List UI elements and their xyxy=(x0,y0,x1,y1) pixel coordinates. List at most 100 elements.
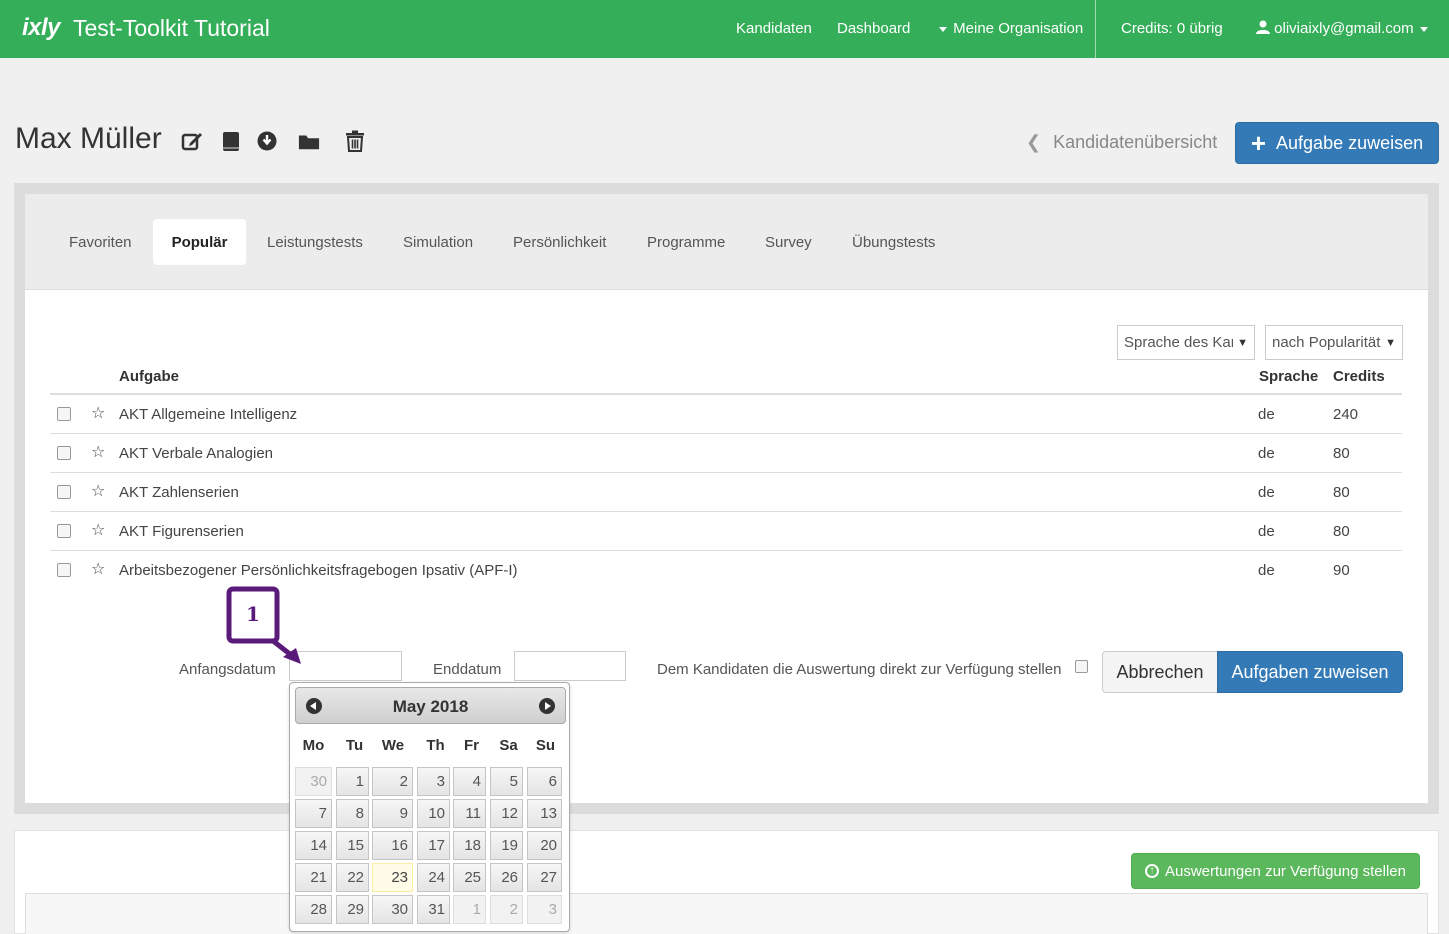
calendar-day[interactable]: 30 xyxy=(295,767,332,796)
tab-simulation[interactable]: Simulation xyxy=(387,219,489,265)
folder-icon[interactable] xyxy=(298,130,320,152)
tab-populaer[interactable]: Populär xyxy=(153,219,246,265)
datepicker-month-title: May 2018 xyxy=(392,697,469,716)
tab-programme[interactable]: Programme xyxy=(631,219,741,265)
task-language: de xyxy=(1258,484,1275,501)
weekday-header: Th xyxy=(426,737,445,754)
tab-uebungstests[interactable]: Übungstests xyxy=(836,219,951,265)
tab-survey[interactable]: Survey xyxy=(749,219,828,265)
calendar-day[interactable]: 11 xyxy=(453,799,486,828)
calendar-day[interactable]: 15 xyxy=(336,831,369,860)
calendar-day[interactable]: 24 xyxy=(417,863,450,892)
reports-table-area xyxy=(25,893,1428,934)
favorite-star-icon[interactable]: ☆ xyxy=(91,481,105,501)
report-availability-checkbox[interactable] xyxy=(1075,660,1088,673)
column-header-credits: Credits xyxy=(1333,368,1385,385)
calendar-day[interactable]: 9 xyxy=(372,799,413,828)
calendar-day[interactable]: 23 xyxy=(372,863,413,892)
task-name: AKT Figurenserien xyxy=(119,523,244,540)
favorite-star-icon[interactable]: ☆ xyxy=(91,403,105,423)
calendar-day[interactable]: 22 xyxy=(336,863,369,892)
sort-select[interactable]: nach Popularität ▼ xyxy=(1265,325,1403,360)
credits-display: Credits: 0 übrig xyxy=(1121,20,1223,37)
back-to-candidates-link[interactable]: ❮ Kandidatenübersicht xyxy=(1026,132,1217,153)
language-select[interactable]: Sprache des Kandidaten ▼ xyxy=(1117,325,1255,360)
weekday-header: Sa xyxy=(499,737,518,754)
tab-persoenlichkeit[interactable]: Persönlichkeit xyxy=(497,219,622,265)
column-header-task: Aufgabe xyxy=(119,368,179,385)
task-credits: 90 xyxy=(1333,562,1350,579)
nav-link-dashboard[interactable]: Dashboard xyxy=(837,20,910,37)
calendar-day[interactable]: 1 xyxy=(453,895,486,924)
calendar-day[interactable]: 13 xyxy=(527,799,562,828)
trash-icon[interactable] xyxy=(344,130,366,152)
calendar-day[interactable]: 10 xyxy=(417,799,450,828)
calendar-day[interactable]: 3 xyxy=(417,767,450,796)
calendar-day[interactable]: 8 xyxy=(336,799,369,828)
calendar-day[interactable]: 2 xyxy=(372,767,413,796)
calendar-day[interactable]: 25 xyxy=(453,863,486,892)
calendar-day[interactable]: 5 xyxy=(490,767,523,796)
chevron-left-icon: ❮ xyxy=(1026,132,1042,152)
edit-icon[interactable] xyxy=(181,130,203,152)
calendar-day[interactable]: 27 xyxy=(527,863,562,892)
nav-link-kandidaten[interactable]: Kandidaten xyxy=(736,20,812,37)
calendar-day[interactable]: 14 xyxy=(295,831,332,860)
datepicker-header: May 2018 xyxy=(295,687,566,724)
assign-task-button[interactable]: + Aufgabe zuweisen xyxy=(1235,122,1439,164)
back-link-label: Kandidatenübersicht xyxy=(1053,132,1218,152)
favorite-star-icon[interactable]: ☆ xyxy=(91,442,105,462)
tab-favoriten[interactable]: Favoriten xyxy=(53,219,148,265)
user-menu[interactable]: oliviaixly@gmail.com xyxy=(1256,20,1430,37)
provide-reports-button[interactable]: ↑ Auswertungen zur Verfügung stellen xyxy=(1131,853,1420,889)
assign-tasks-button[interactable]: Aufgaben zuweisen xyxy=(1217,651,1403,693)
weekday-header: Fr xyxy=(464,737,479,754)
book-icon[interactable] xyxy=(220,130,242,152)
row-checkbox[interactable] xyxy=(57,563,71,577)
calendar-day[interactable]: 26 xyxy=(490,863,523,892)
table-row: ☆ AKT Verbale Analogien de 80 xyxy=(50,434,1402,473)
favorite-star-icon[interactable]: ☆ xyxy=(91,520,105,540)
calendar-day[interactable]: 2 xyxy=(490,895,523,924)
plus-icon: + xyxy=(1250,128,1267,158)
nav-link-organisation[interactable]: Meine Organisation xyxy=(937,20,1083,37)
task-name: AKT Zahlenserien xyxy=(119,484,239,501)
calendar-day[interactable]: 1 xyxy=(336,767,369,796)
row-checkbox[interactable] xyxy=(57,446,71,460)
calendar-day[interactable]: 4 xyxy=(453,767,486,796)
datepicker: May 2018 Mo Tu We Th Fr Sa Su 30 1 2 3 4 5 6 7 8 9 10 11 12… xyxy=(289,682,570,932)
next-month-icon[interactable] xyxy=(539,698,555,714)
calendar-day[interactable]: 31 xyxy=(417,895,450,924)
column-header-language: Sprache xyxy=(1259,368,1319,385)
brand-logo[interactable]: ixly xyxy=(22,14,61,42)
calendar-day[interactable]: 18 xyxy=(453,831,486,860)
calendar-day[interactable]: 7 xyxy=(295,799,332,828)
table-row: ☆ AKT Figurenserien de 80 xyxy=(50,512,1402,551)
row-checkbox[interactable] xyxy=(57,407,71,421)
calendar-day[interactable]: 16 xyxy=(372,831,413,860)
cancel-button[interactable]: Abbrechen xyxy=(1102,651,1218,693)
calendar-day[interactable]: 20 xyxy=(527,831,562,860)
calendar-day[interactable]: 29 xyxy=(336,895,369,924)
tab-leistungstests[interactable]: Leistungstests xyxy=(251,219,379,265)
start-date-label: Anfangsdatum xyxy=(179,661,276,678)
task-name: AKT Allgemeine Intelligenz xyxy=(119,406,298,423)
calendar-day[interactable]: 30 xyxy=(372,895,413,924)
row-checkbox[interactable] xyxy=(57,485,71,499)
start-date-input[interactable] xyxy=(289,651,402,681)
calendar-day[interactable]: 12 xyxy=(490,799,523,828)
brand-title[interactable]: Test-Toolkit Tutorial xyxy=(73,15,270,42)
task-credits: 80 xyxy=(1333,523,1350,540)
calendar-day[interactable]: 17 xyxy=(417,831,450,860)
provide-reports-label: Auswertungen zur Verfügung stellen xyxy=(1165,862,1406,880)
annotation-number: 1 xyxy=(246,602,260,626)
calendar-day[interactable]: 19 xyxy=(490,831,523,860)
calendar-day[interactable]: 28 xyxy=(295,895,332,924)
row-checkbox[interactable] xyxy=(57,524,71,538)
favorite-star-icon[interactable]: ☆ xyxy=(91,559,105,579)
calendar-day[interactable]: 3 xyxy=(527,895,562,924)
calendar-day[interactable]: 21 xyxy=(295,863,332,892)
calendar-day[interactable]: 6 xyxy=(527,767,562,796)
download-icon[interactable] xyxy=(256,130,278,152)
end-date-input[interactable] xyxy=(514,651,626,681)
